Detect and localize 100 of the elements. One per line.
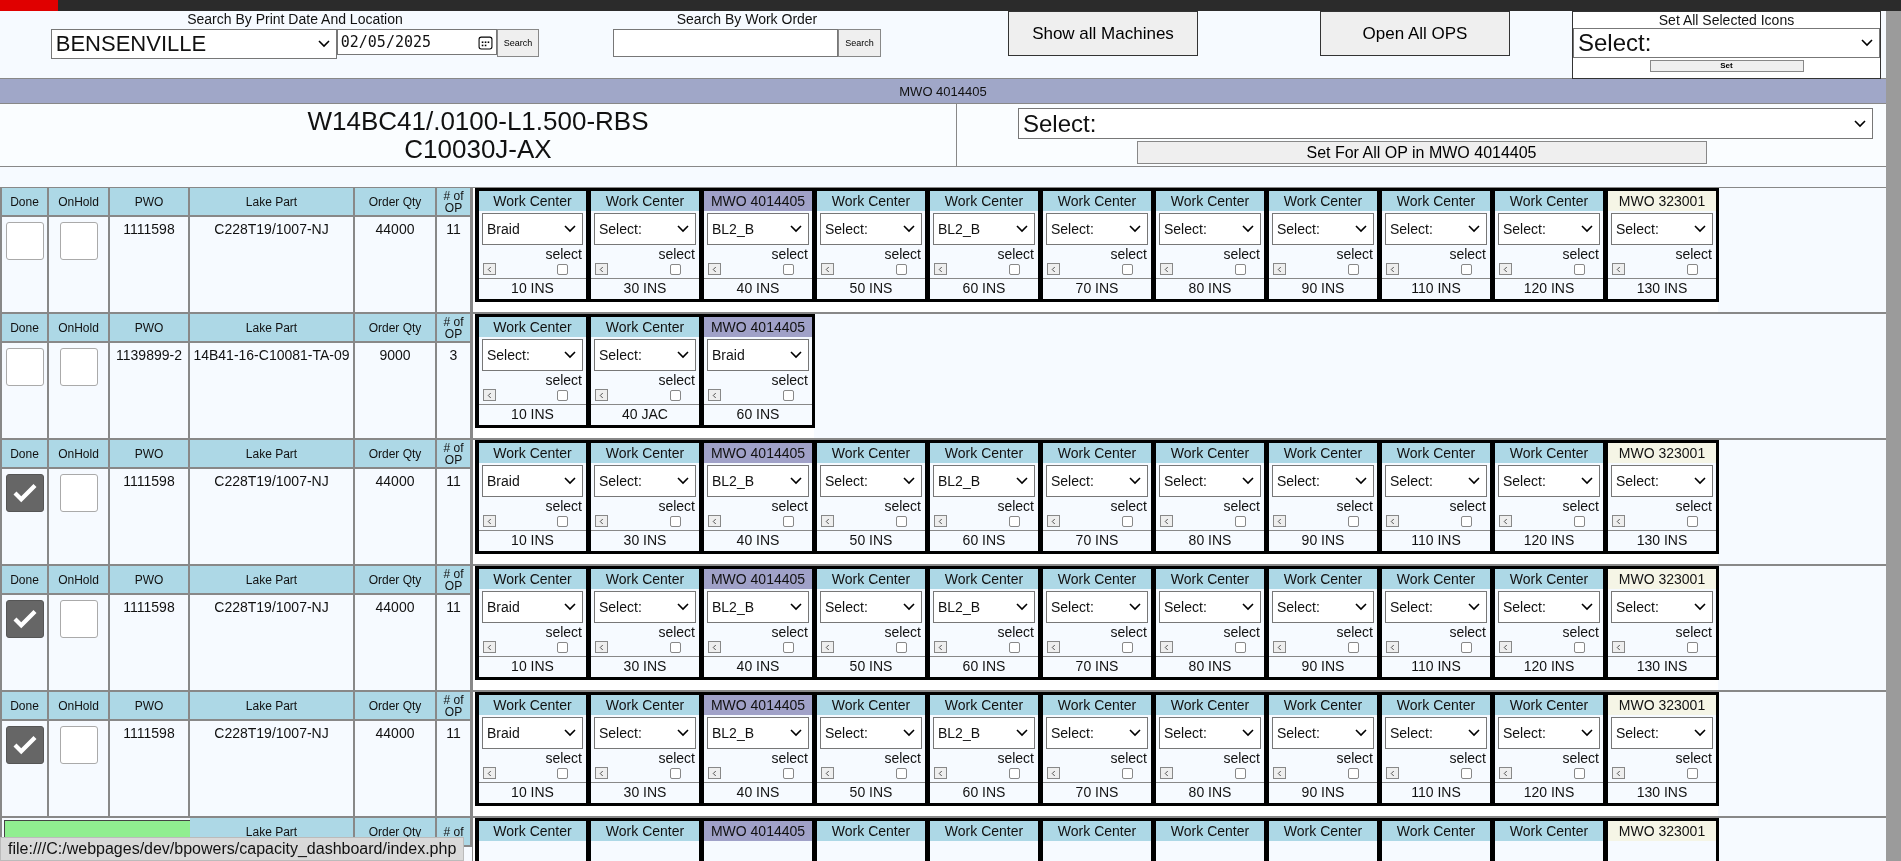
operation-header: Work Center — [591, 443, 699, 463]
select-label: select — [1336, 247, 1373, 262]
select-label: select — [545, 751, 582, 766]
operation-header: MWO 4014405 — [704, 443, 812, 463]
select-label: select — [1562, 751, 1599, 766]
table-cell: 9000 — [379, 348, 411, 363]
operation-header: Work Center — [1269, 191, 1377, 211]
column-header: Lake Part — [190, 188, 355, 217]
operation-code: 70 INS — [1043, 278, 1151, 297]
table-cell: 3 — [449, 348, 458, 363]
select-label: select — [658, 499, 695, 514]
column-header: PWO — [110, 314, 190, 343]
operation-code: 80 INS — [1156, 656, 1264, 675]
operation-header: Work Center — [817, 695, 925, 715]
select-label: select — [997, 499, 1034, 514]
operation-header: MWO 4014405 — [704, 695, 812, 715]
select-label: select — [1449, 499, 1486, 514]
operation-code: 120 INS — [1495, 530, 1603, 549]
operation-header: Work Center — [1269, 695, 1377, 715]
operation-code: 10 INS — [479, 404, 586, 423]
operation-header: Work Center — [479, 821, 586, 841]
column-header: PWO — [110, 440, 190, 469]
operation-header: Work Center — [1382, 569, 1490, 589]
column-header: OnHold — [49, 566, 110, 595]
operation-header: Work Center — [479, 695, 586, 715]
select-label: select — [1110, 499, 1147, 514]
table-cell: 14B41-16-C10081-TA-09 — [193, 348, 350, 363]
operation-code: 130 INS — [1608, 530, 1716, 549]
select-label: select — [1110, 751, 1147, 766]
operation-header: Work Center — [1156, 569, 1264, 589]
column-header: PWO — [110, 692, 190, 721]
operation-header: MWO 323001 — [1608, 569, 1716, 589]
operation-header: Work Center — [591, 317, 699, 337]
operation-header: Work Center — [1495, 443, 1603, 463]
select-label: select — [1223, 247, 1260, 262]
operation-code: 30 INS — [591, 656, 699, 675]
operation-code: 40 INS — [704, 278, 812, 297]
operation-code: 50 INS — [817, 782, 925, 801]
operation-code: 130 INS — [1608, 656, 1716, 675]
operation-header: Work Center — [930, 191, 1038, 211]
operation-header: MWO 323001 — [1608, 821, 1716, 841]
column-header: # of OP — [437, 440, 472, 469]
operation-code: 110 INS — [1382, 656, 1490, 675]
select-label: select — [884, 499, 921, 514]
column-header: # of OP — [437, 188, 472, 217]
operation-header: Work Center — [1269, 821, 1377, 841]
table-cell: C228T19/1007-NJ — [214, 474, 329, 489]
column-header: Order Qty — [355, 440, 437, 469]
operation-header: Work Center — [479, 443, 586, 463]
operation-code: 90 INS — [1269, 530, 1377, 549]
operation-header: Work Center — [930, 569, 1038, 589]
operation-header: Work Center — [591, 569, 699, 589]
table-cell: 1139899-2 — [116, 348, 182, 363]
operation-header: Work Center — [479, 317, 586, 337]
mwo-title: MWO 4014405 — [899, 83, 987, 99]
operation-code: 60 INS — [930, 530, 1038, 549]
table-cell: 11 — [446, 222, 461, 237]
select-label: select — [1562, 247, 1599, 262]
select-label: select — [1675, 625, 1712, 640]
operation-code: 60 INS — [930, 782, 1038, 801]
select-label: select — [771, 373, 808, 388]
table-cell: 1111598 — [123, 600, 175, 615]
column-header: # of OP — [437, 566, 472, 595]
select-label: select — [771, 499, 808, 514]
search-label: Search By Work Order — [676, 11, 818, 27]
select-label: select — [997, 751, 1034, 766]
select-label: select — [545, 499, 582, 514]
select-label: select — [1223, 751, 1260, 766]
operation-header: Work Center — [1043, 695, 1151, 715]
operation-code: 60 INS — [704, 404, 812, 423]
column-header: OnHold — [49, 692, 110, 721]
table-cell: 1111598 — [123, 474, 175, 489]
table-cell: 1111598 — [123, 222, 175, 237]
operation-header: MWO 323001 — [1608, 695, 1716, 715]
column-header: Lake Part — [190, 314, 355, 343]
column-header: Order Qty — [355, 692, 437, 721]
operation-header: Work Center — [1495, 569, 1603, 589]
column-header: PWO — [110, 188, 190, 217]
select-label: select — [1336, 625, 1373, 640]
column-header: # of OP — [437, 692, 472, 721]
select-label: select — [1675, 751, 1712, 766]
column-header: Done — [2, 566, 49, 595]
table-cell: 44000 — [375, 474, 415, 489]
operation-header: Work Center — [817, 569, 925, 589]
select-label: select — [545, 247, 582, 262]
operation-header: Work Center — [1382, 191, 1490, 211]
operation-code: 10 INS — [479, 656, 586, 675]
select-label: select — [997, 625, 1034, 640]
operation-header: Work Center — [1269, 443, 1377, 463]
column-header: Done — [2, 188, 49, 217]
table-cell: 44000 — [375, 600, 415, 615]
operation-header: Work Center — [930, 821, 1038, 841]
table-cell: C228T19/1007-NJ — [214, 222, 329, 237]
operation-code: 80 INS — [1156, 530, 1264, 549]
select-label: select — [658, 625, 695, 640]
operation-code: 110 INS — [1382, 782, 1490, 801]
operation-header: MWO 4014405 — [704, 317, 812, 337]
select-label: select — [1223, 499, 1260, 514]
select-label: select — [1449, 751, 1486, 766]
table-cell: 1111598 — [123, 726, 175, 741]
